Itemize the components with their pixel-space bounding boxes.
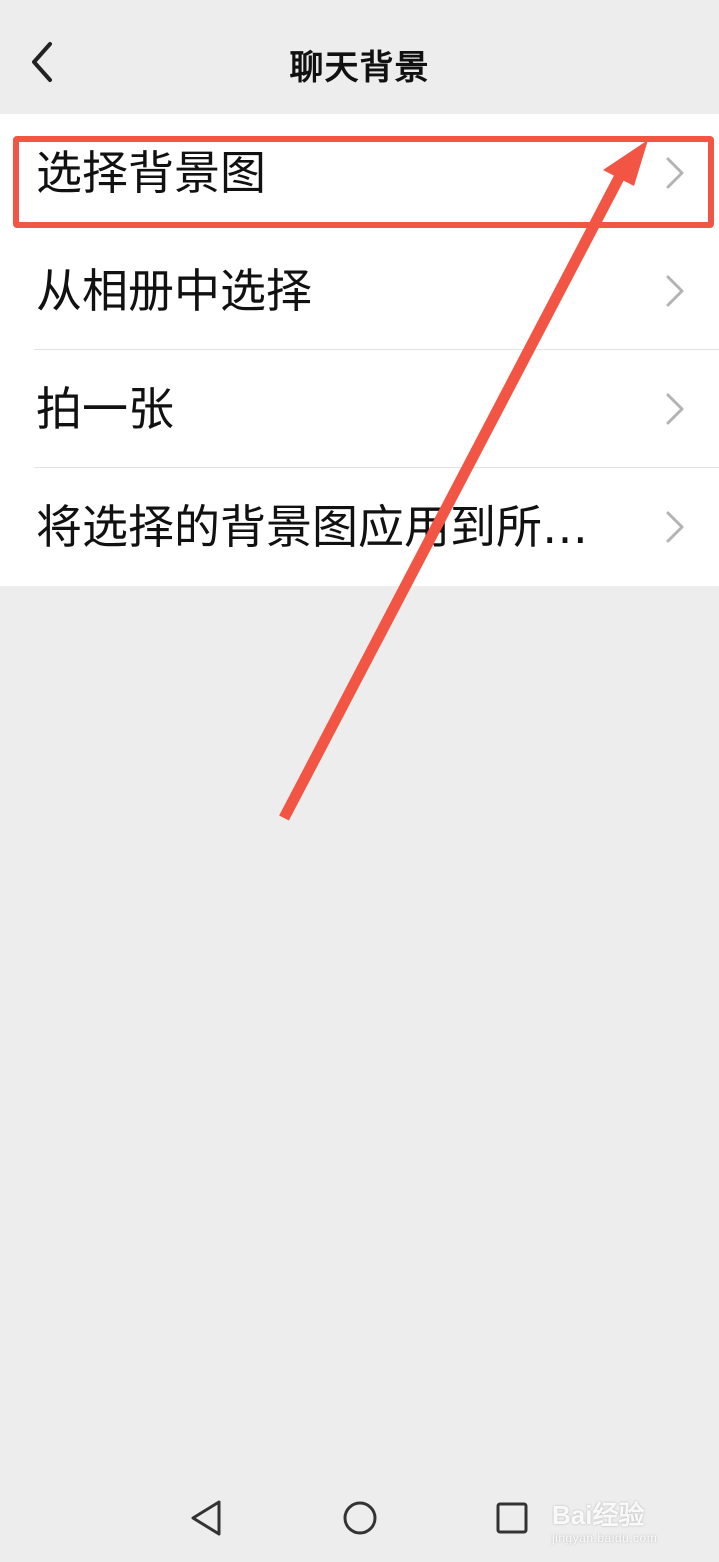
menu-item-apply-to-all[interactable]: 将选择的背景图应用到所… [0,468,719,586]
menu-item-take-photo[interactable]: 拍一张 [0,350,719,468]
triangle-back-icon [191,1500,221,1536]
chevron-right-icon [666,157,684,189]
square-recent-icon [496,1502,528,1534]
menu-item-choose-from-album[interactable]: 从相册中选择 [0,232,719,350]
page-title: 聊天背景 [289,48,430,88]
menu-item-choose-background[interactable]: 选择背景图 [0,114,719,232]
chevron-right-icon [666,511,684,543]
chevron-right-icon [666,393,684,425]
circle-home-icon [343,1501,377,1535]
menu-item-label: 从相册中选择 [36,264,312,318]
baidu-jingyan-watermark: Bai经验 jingyan.baidu.com [552,1500,712,1556]
menu-item-label: 将选择的背景图应用到所… [36,500,588,554]
watermark-url: jingyan.baidu.com [552,1531,658,1545]
menu-list: 选择背景图 从相册中选择 拍一张 将选择的背景图应用到所… [0,114,719,586]
nav-back-button[interactable] [176,1488,236,1548]
menu-item-label: 拍一张 [36,382,174,436]
menu-item-label: 选择背景图 [36,146,266,200]
chat-background-screen: 聊天背景 选择背景图 从相册中选择 拍一张 将选择的背景图应用到所… Bai经验… [0,0,719,1562]
nav-home-button[interactable] [330,1488,390,1548]
top-bar: 聊天背景 [0,0,719,114]
nav-recent-apps-button[interactable] [482,1488,542,1548]
chevron-right-icon [666,275,684,307]
watermark-brand: Bai经验 [552,1500,645,1530]
